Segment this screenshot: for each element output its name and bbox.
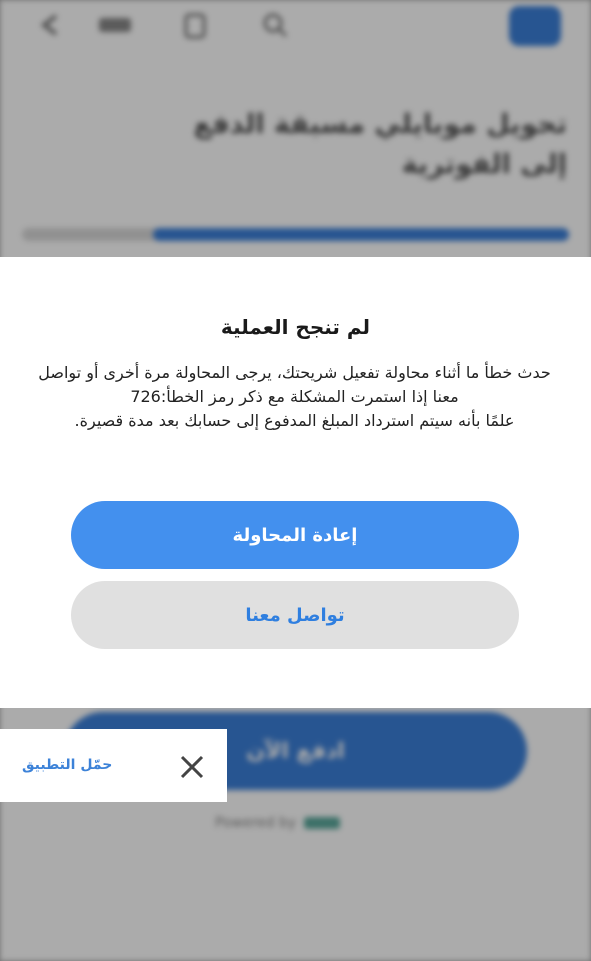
retry-button[interactable]: إعادة المحاولة [71, 501, 519, 569]
close-icon[interactable] [176, 751, 208, 783]
error-dialog: لم تنجح العملية حدث خطأ ما أثناء محاولة … [0, 257, 591, 708]
dialog-title: لم تنجح العملية [220, 315, 371, 339]
dialog-message: حدث خطأ ما أثناء محاولة تفعيل شريحتك، ير… [28, 361, 561, 433]
dialog-message-line2: معنا إذا استمرت المشكلة مع ذكر رمز الخطأ… [130, 387, 459, 406]
dialog-message-line3: علمًا بأنه سيتم استرداد المبلغ المدفوع إ… [74, 411, 515, 430]
download-app-banner: حمّل التطبيق [0, 729, 227, 802]
download-app-link[interactable]: حمّل التطبيق [22, 757, 112, 773]
contact-us-button[interactable]: تواصل معنا [71, 581, 519, 649]
screen: تحويل موبايلي مسبقة الدفع إلى الفوترية ا… [0, 0, 591, 961]
dialog-message-line1: حدث خطأ ما أثناء محاولة تفعيل شريحتك، ير… [38, 363, 551, 382]
